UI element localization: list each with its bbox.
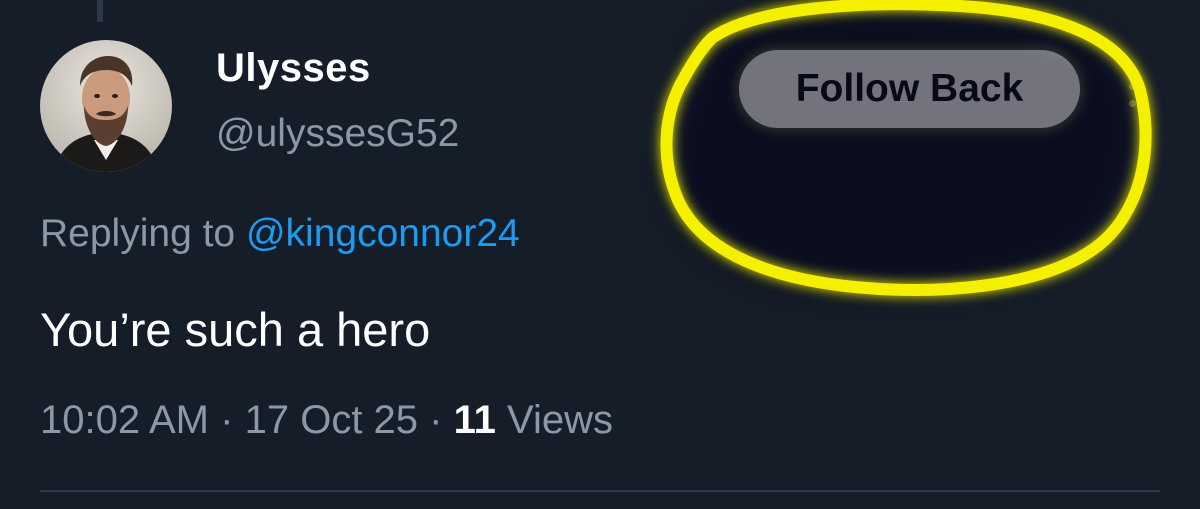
views-count[interactable]: 11 (454, 398, 496, 442)
meta-separator: · (429, 398, 443, 442)
highlight-shadow (668, 2, 1137, 292)
author-display-name[interactable]: Ulysses (216, 46, 371, 91)
more-dot (1129, 66, 1136, 73)
divider (40, 490, 1160, 492)
replying-to-label: Replying to (40, 212, 236, 255)
more-dot (1129, 100, 1136, 107)
more-vertical-icon[interactable] (1129, 66, 1139, 117)
avatar-portrait (40, 40, 172, 172)
more-dot (1129, 83, 1136, 90)
tweet-date[interactable]: 17 Oct 25 (245, 398, 418, 442)
avatar[interactable] (40, 40, 172, 172)
views-label[interactable]: Views (507, 398, 613, 442)
thread-connector-line (97, 0, 103, 22)
replying-to-line: Replying to @kingconnor24 (40, 212, 520, 256)
author-handle[interactable]: @ulyssesG52 (216, 112, 459, 156)
follow-back-button[interactable]: Follow Back (739, 50, 1080, 128)
tweet-detail-view: Ulysses @ulyssesG52 Follow Back Replying… (0, 0, 1200, 509)
tweet-time[interactable]: 10:02 AM (40, 398, 209, 442)
reply-target-link[interactable]: @kingconnor24 (246, 212, 520, 255)
meta-separator: · (220, 398, 234, 442)
highlight-circle-stroke (660, 0, 1152, 296)
tweet-meta: 10:02 AM · 17 Oct 25 · 11 Views (40, 398, 613, 443)
tweet-text: You’re such a hero (40, 303, 431, 356)
